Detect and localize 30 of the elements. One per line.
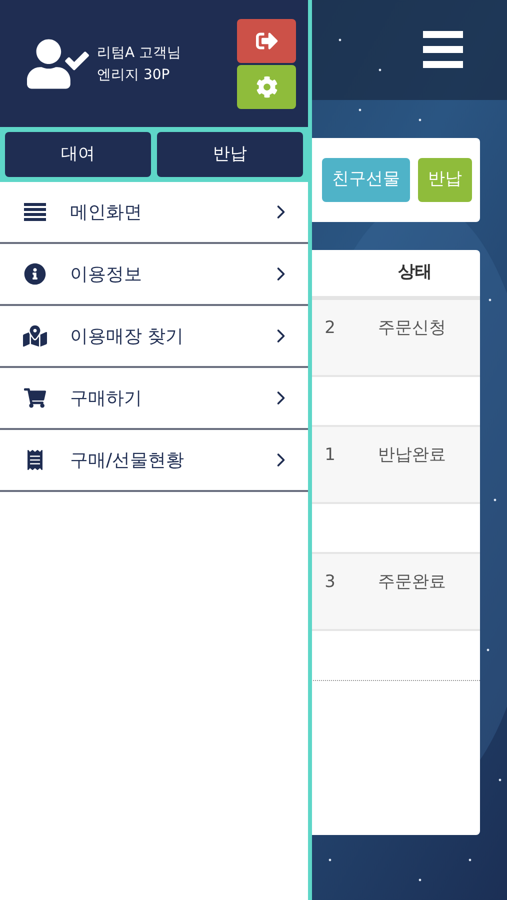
menu-icon[interactable] xyxy=(423,31,463,69)
menu-item[interactable]: 이용정보 xyxy=(0,244,308,306)
menu-item[interactable]: 구매하기 xyxy=(0,368,308,430)
menu-label: 구매/선물현황 xyxy=(70,448,184,472)
settings-icon xyxy=(256,76,278,98)
map-icon xyxy=(23,324,47,348)
menu-item[interactable]: 이용매장 찾기 xyxy=(0,306,308,368)
table-cell-text: 3 xyxy=(324,571,336,594)
user-name: 리텀A 고객님 xyxy=(97,44,182,62)
drawer-tab[interactable]: 대여 xyxy=(5,132,151,177)
drawer-tab[interactable]: 반납 xyxy=(157,132,303,177)
list-icon xyxy=(24,203,46,221)
receipt-icon xyxy=(25,450,45,470)
column-header: 상태 xyxy=(397,261,433,284)
table-cell-text: 반납완료 xyxy=(378,444,446,467)
table-cell-text: 1 xyxy=(324,444,336,467)
user-points: 엔리지 30P xyxy=(97,66,171,84)
menu-label: 이용정보 xyxy=(70,262,142,286)
menu-item[interactable]: 구매/선물현황 xyxy=(0,430,308,492)
cart-icon xyxy=(24,387,46,409)
settings-button[interactable] xyxy=(237,64,296,108)
table-cell-text: 2 xyxy=(324,317,336,340)
menu-label: 메인화면 xyxy=(70,200,142,224)
logout-button[interactable] xyxy=(237,18,296,62)
menu-label: 이용매장 찾기 xyxy=(70,324,184,348)
table-cell-text: 주문신청 xyxy=(378,317,446,340)
table-cell-text: 주문완료 xyxy=(378,571,446,594)
menu-label: 구매하기 xyxy=(70,386,142,410)
menu-item[interactable]: 메인화면 xyxy=(0,182,308,244)
info-icon xyxy=(24,263,46,285)
